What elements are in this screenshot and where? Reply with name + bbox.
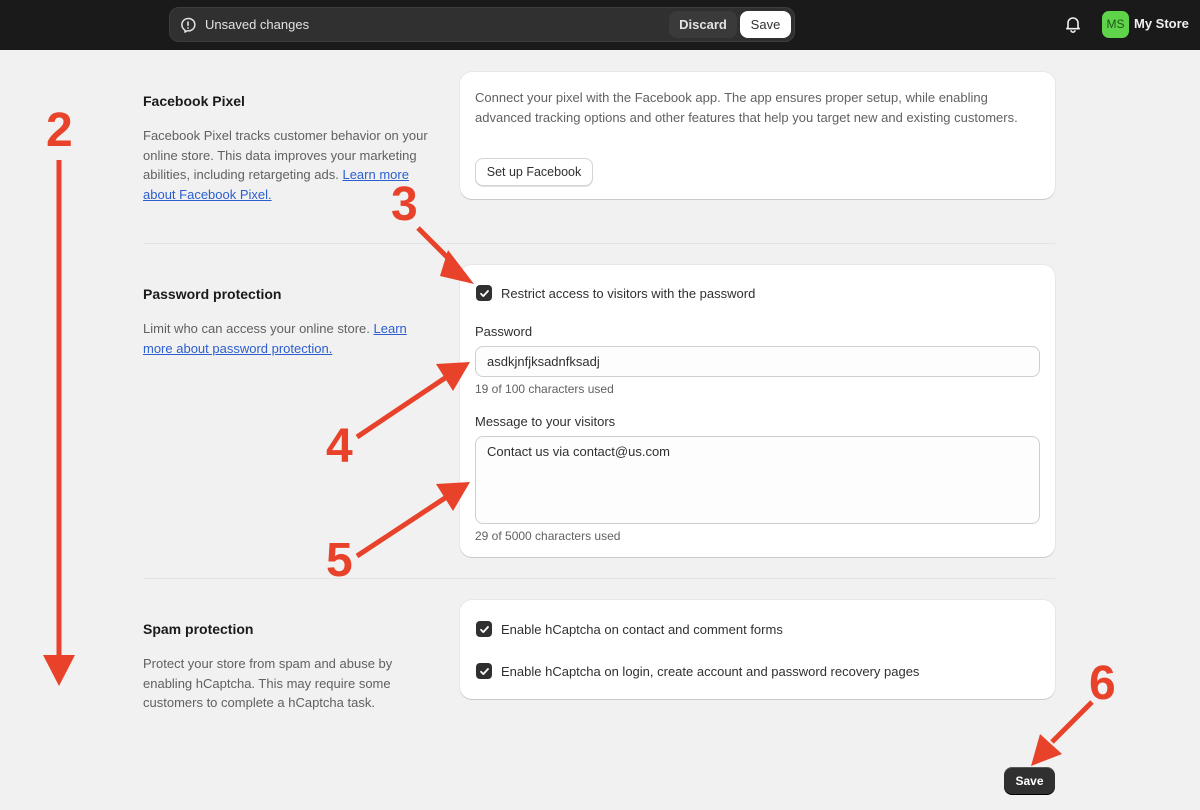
check-icon [479,625,489,633]
hcaptcha-forms-checkbox[interactable] [476,621,492,637]
check-icon [479,667,489,675]
hcaptcha-login-checkbox[interactable] [476,663,492,679]
hcaptcha-forms-option[interactable]: Enable hCaptcha on contact and comment f… [476,621,783,637]
restrict-access-label: Restrict access to visitors with the pas… [501,285,756,301]
unsaved-changes-bar: Unsaved changes Discard Save [169,7,795,42]
bell-icon[interactable] [1064,15,1082,33]
password-protection-description: Limit who can access your online store. … [143,319,433,358]
message-char-count: 29 of 5000 characters used [475,529,621,543]
annotation-arrow-6 [1050,700,1094,744]
spam-protection-card: Enable hCaptcha on contact and comment f… [460,600,1055,699]
section-divider [143,578,1055,579]
facebook-pixel-card: Connect your pixel with the Facebook app… [460,72,1055,199]
annotation-label-2: 2 [46,104,73,157]
annotation-arrowhead-6 [1031,734,1062,766]
top-bar: Unsaved changes Discard Save MS My Store [0,0,1200,50]
hcaptcha-login-label: Enable hCaptcha on login, create account… [501,663,920,679]
message-textarea[interactable]: Contact us via contact@us.com [475,436,1040,524]
set-up-facebook-button[interactable]: Set up Facebook [475,158,593,186]
annotation-arrow-5 [355,495,447,559]
message-label: Message to your visitors [475,414,616,429]
facebook-pixel-description: Facebook Pixel tracks customer behavior … [143,126,433,204]
annotation-label-3: 3 [391,178,418,231]
restrict-access-checkbox[interactable] [476,285,492,301]
spam-protection-description: Protect your store from spam and abuse b… [143,656,393,710]
alert-icon [181,17,196,33]
annotation-label-6: 6 [1089,657,1116,710]
facebook-pixel-title: Facebook Pixel [143,93,245,109]
store-name[interactable]: My Store [1134,16,1189,31]
restrict-access-option[interactable]: Restrict access to visitors with the pas… [476,285,755,301]
password-input[interactable]: asdkjnfjksadnfksadj [475,346,1040,377]
facebook-pixel-card-text: Connect your pixel with the Facebook app… [475,90,1018,125]
password-char-count: 19 of 100 characters used [475,382,614,396]
password-protection-card: Restrict access to visitors with the pas… [460,265,1055,557]
password-label: Password [475,324,533,339]
check-icon [479,289,489,297]
section-divider [143,243,1055,244]
discard-button[interactable]: Discard [669,11,737,38]
save-button-top[interactable]: Save [740,11,791,38]
annotation-label-5: 5 [326,534,353,587]
unsaved-changes-label: Unsaved changes [205,17,310,32]
password-protection-title: Password protection [143,286,282,302]
annotation-label-4: 4 [326,420,353,473]
annotation-arrow-4 [355,375,447,440]
password-protection-desc-text: Limit who can access your online store. [143,321,370,336]
spam-protection-title: Spam protection [143,621,254,637]
save-button[interactable]: Save [1004,767,1055,794]
avatar[interactable]: MS [1102,11,1129,38]
hcaptcha-forms-label: Enable hCaptcha on contact and comment f… [501,621,783,637]
annotation-arrowhead-2 [43,655,75,686]
hcaptcha-login-option[interactable]: Enable hCaptcha on login, create account… [476,663,919,679]
annotation-arrow-3 [416,226,462,272]
